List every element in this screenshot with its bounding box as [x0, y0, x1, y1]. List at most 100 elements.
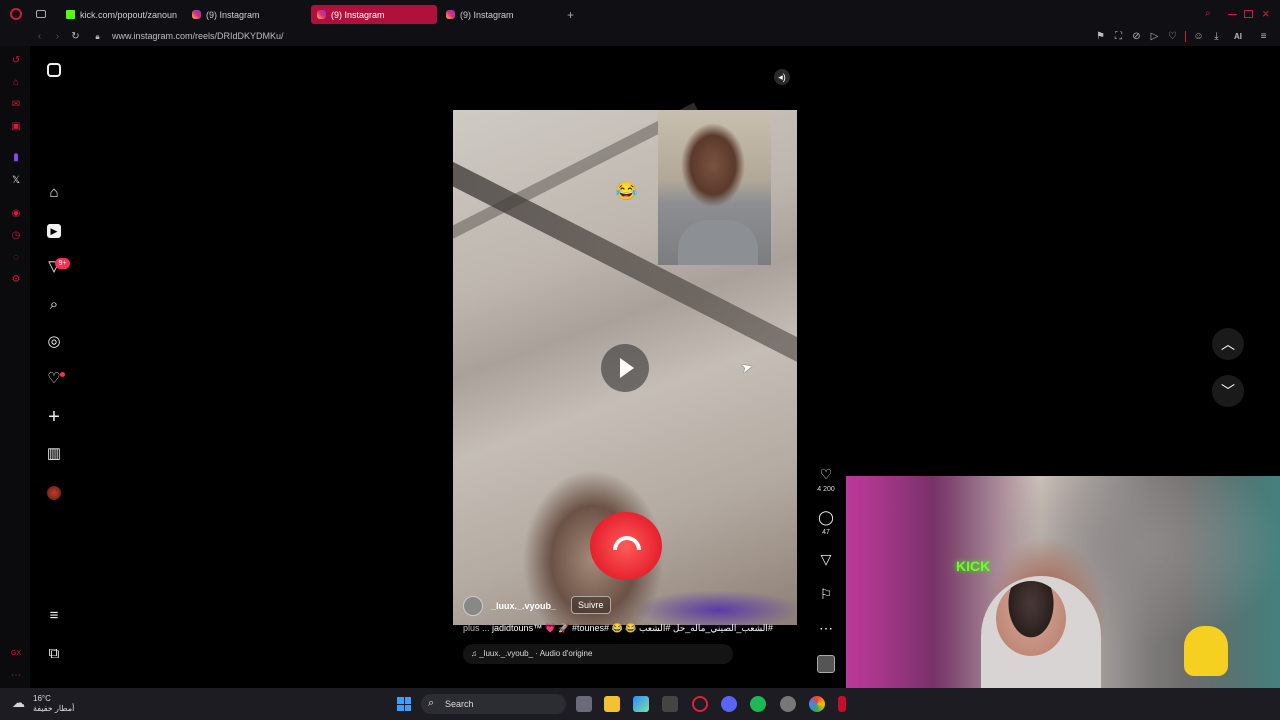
- author-avatar[interactable]: [463, 596, 483, 616]
- weather-temperature[interactable]: 16°C: [33, 694, 51, 703]
- tab-instagram-3[interactable]: (9) Instagram: [440, 5, 566, 24]
- lock-icon[interactable]: 🔒︎: [92, 31, 103, 42]
- opera-more-icon[interactable]: ⋯: [10, 670, 22, 682]
- opera-logo-icon[interactable]: [10, 8, 22, 20]
- next-reel-button[interactable]: ﹀: [1212, 375, 1244, 407]
- copilot-icon[interactable]: [633, 696, 649, 712]
- tab-label: (9) Instagram: [331, 9, 385, 20]
- notification-dot: [60, 372, 65, 377]
- discord-icon[interactable]: [721, 696, 737, 712]
- forward-icon[interactable]: ›: [52, 31, 63, 42]
- like-count: 4 200: [817, 486, 835, 493]
- url-field[interactable]: www.instagram.com/reels/DRIdDKYDMKu/: [112, 31, 284, 41]
- comment-icon[interactable]: ◯: [817, 509, 835, 525]
- opera-news-icon[interactable]: ▣: [10, 121, 22, 133]
- webcam-overlay: KICK: [846, 476, 1280, 688]
- windows-start-icon[interactable]: [397, 697, 411, 711]
- weather-icon[interactable]: ☁: [12, 695, 25, 711]
- follow-button[interactable]: Suivre: [571, 596, 611, 614]
- dashboard-icon[interactable]: ▥: [44, 444, 64, 464]
- audio-link[interactable]: ♫ _luux._.vyoub_ · Audio d'origine: [463, 644, 733, 664]
- search-icon: ⌕: [428, 697, 435, 709]
- snapshot-icon[interactable]: ⛶: [1113, 31, 1124, 42]
- create-icon[interactable]: +: [44, 407, 64, 427]
- reels-icon[interactable]: ▶: [44, 220, 64, 240]
- weather-description[interactable]: أمطار خفيفة: [33, 704, 74, 713]
- pikachu-plush: [1184, 626, 1228, 676]
- workspaces-icon[interactable]: [36, 10, 46, 18]
- window-search-icon[interactable]: ⌕: [1205, 8, 1211, 19]
- opera-gx-icon[interactable]: GX: [10, 648, 22, 660]
- explore-icon[interactable]: ◎: [44, 332, 64, 352]
- back-icon[interactable]: ‹: [34, 31, 45, 42]
- previous-reel-button[interactable]: ︿: [1212, 328, 1244, 360]
- kick-neon-sign: KICK: [956, 558, 991, 574]
- author-name[interactable]: _luux._.vyoub_: [491, 601, 556, 611]
- streamer-head: [996, 581, 1066, 656]
- twitch-icon[interactable]: ▮: [10, 152, 22, 164]
- kick-icon: [66, 10, 75, 19]
- opera-gx-taskbar-icon[interactable]: [692, 696, 708, 712]
- instagram-icon: [317, 10, 326, 19]
- comment-count: 47: [822, 529, 830, 536]
- minimize-button[interactable]: [1228, 14, 1237, 15]
- tab-label: (9) Instagram: [206, 9, 260, 20]
- more-menu-icon[interactable]: ≡: [44, 606, 64, 626]
- x-twitter-icon[interactable]: 𝕏: [10, 175, 22, 187]
- app-icon[interactable]: [838, 696, 846, 712]
- ai-label: AI: [1234, 32, 1242, 41]
- share-icon[interactable]: ▽: [817, 551, 835, 567]
- tab-label: kick.com/popout/zanoun: [80, 9, 178, 20]
- reel-player[interactable]: 😂 ◂) ➤ _luux._.vyoub_ Suivre plus ... ja…: [453, 60, 797, 674]
- opera-history-icon[interactable]: ↺: [10, 55, 22, 67]
- close-window-button[interactable]: ×: [1262, 6, 1270, 21]
- aria-ai-button[interactable]: AI: [1229, 31, 1247, 42]
- audio-thumbnail[interactable]: [817, 655, 835, 673]
- notification-badge: 9+: [55, 258, 70, 269]
- caption-more-link[interactable]: plus ...: [463, 623, 490, 633]
- sound-icon[interactable]: ◂): [774, 69, 790, 85]
- player-icon[interactable]: ▷: [1149, 31, 1160, 42]
- menu-icon[interactable]: ≡: [1258, 31, 1269, 42]
- home-icon[interactable]: ⌂: [44, 183, 64, 203]
- opera-clock-icon[interactable]: ◷: [10, 230, 22, 242]
- save-bookmark-icon[interactable]: ⚐: [817, 586, 835, 602]
- taskbar-search[interactable]: Search: [421, 694, 566, 714]
- like-heart-icon[interactable]: ♡: [817, 466, 835, 482]
- opera-messenger-icon[interactable]: ✉: [10, 99, 22, 111]
- task-view-icon[interactable]: [576, 696, 592, 712]
- profile-avatar[interactable]: [47, 486, 61, 500]
- tab-kick[interactable]: kick.com/popout/zanoun: [60, 5, 180, 24]
- opera-player-icon[interactable]: ◉: [10, 208, 22, 220]
- adblock-icon[interactable]: ⊘: [1131, 31, 1142, 42]
- instagram-logo-icon[interactable]: [44, 63, 64, 83]
- audio-label: _luux._.vyoub_ · Audio d'origine: [479, 649, 593, 658]
- tab-instagram-1[interactable]: (9) Instagram: [186, 5, 306, 24]
- new-tab-button[interactable]: +: [567, 8, 574, 22]
- music-note-icon: ♫: [471, 649, 480, 658]
- instagram-icon: [192, 10, 201, 19]
- store-icon[interactable]: [662, 696, 678, 712]
- reload-icon[interactable]: ↻: [70, 31, 81, 42]
- opera-chat-icon[interactable]: ◌: [10, 252, 22, 264]
- opera-extensions-icon[interactable]: ⌂: [10, 77, 22, 89]
- reel-caption: plus ... jadidtouns™ 💗 🚀 #tounes# 😂 😂 ال…: [463, 623, 793, 634]
- chrome-icon[interactable]: [809, 696, 825, 712]
- bookmark-page-icon[interactable]: ⚑: [1095, 31, 1106, 42]
- apps-icon[interactable]: ⧉: [44, 644, 64, 664]
- overlay-emoji: 😂: [615, 181, 638, 201]
- file-explorer-icon[interactable]: [604, 696, 620, 712]
- download-icon[interactable]: ⤓: [1211, 31, 1222, 42]
- opera-sidebar: [0, 46, 30, 688]
- maximize-button[interactable]: [1244, 10, 1253, 18]
- tab-instagram-active[interactable]: (9) Instagram: [311, 5, 437, 24]
- favorites-heart-icon[interactable]: ♡: [1167, 31, 1178, 42]
- account-icon[interactable]: ☺: [1193, 31, 1204, 42]
- play-icon: [620, 358, 634, 378]
- settings-icon[interactable]: [780, 696, 796, 712]
- spotify-icon[interactable]: [750, 696, 766, 712]
- instagram-icon: [446, 10, 455, 19]
- more-options-icon[interactable]: ⋯: [817, 620, 835, 636]
- opera-settings-icon[interactable]: ⚙: [10, 274, 22, 286]
- search-icon[interactable]: ⌕: [44, 295, 64, 315]
